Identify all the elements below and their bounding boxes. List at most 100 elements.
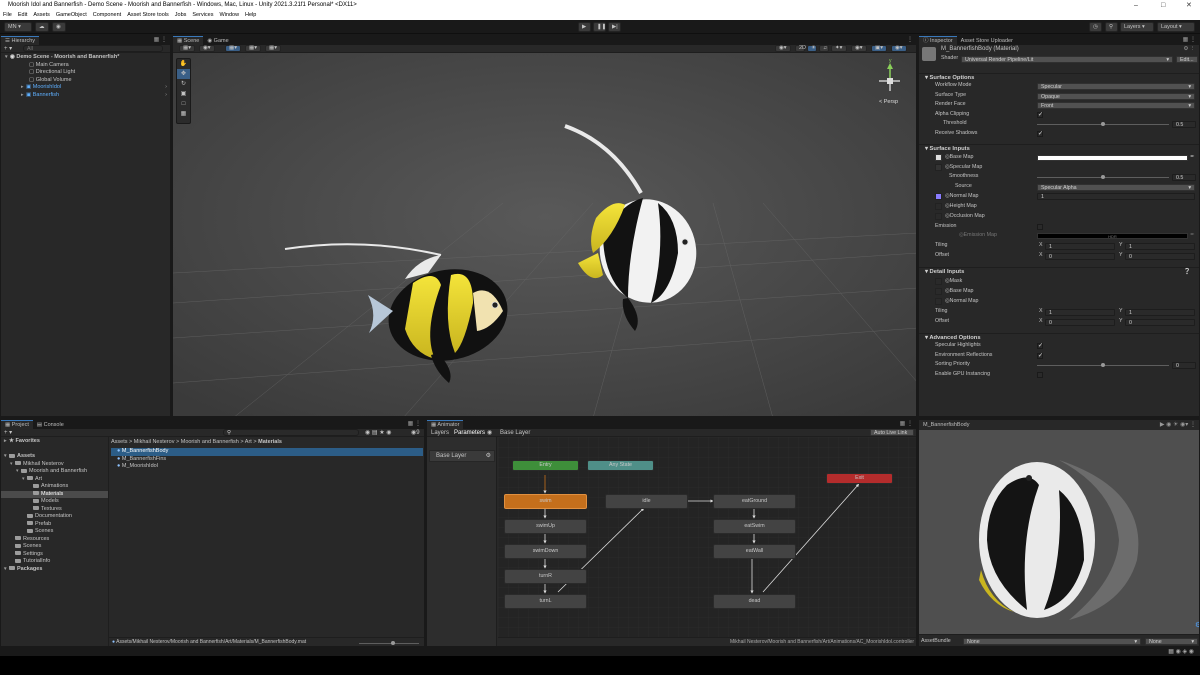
2d-toggle[interactable]: 2D <box>795 45 806 52</box>
threshold-slider[interactable] <box>1037 122 1169 126</box>
persp-label[interactable]: < Persp <box>879 99 898 105</box>
threshold-value[interactable]: 0.5 <box>1172 121 1196 128</box>
project-search-input[interactable]: ⚲ <box>223 429 359 436</box>
gpu-instancing-checkbox[interactable] <box>1037 371 1043 378</box>
grid-icon[interactable]: ▦▾ <box>245 45 261 52</box>
receive-shadows-checkbox[interactable]: ✓ <box>1037 130 1043 137</box>
normal-scale-value[interactable]: 1 <box>1037 193 1195 200</box>
layer-item-base[interactable]: Base Layer ⚙ <box>429 450 495 462</box>
menu-asset-store-tools[interactable]: Asset Store tools <box>124 12 172 18</box>
smoothness-slider-knob[interactable] <box>1101 175 1105 179</box>
chevron-right-icon[interactable]: › <box>165 92 167 100</box>
menu-services[interactable]: Services <box>189 12 216 18</box>
tiling-x-field[interactable]: 1 <box>1045 243 1115 250</box>
menu-edit[interactable]: Edit <box>15 12 30 18</box>
tab-inspector[interactable]: ⓘ Inspector <box>919 36 957 45</box>
state-entry[interactable]: Entry <box>512 460 579 471</box>
state-swimup[interactable]: swimUp <box>504 519 587 534</box>
base-map-texture-slot[interactable] <box>935 154 942 161</box>
tab-scene[interactable]: ▦ Scene <box>173 36 204 45</box>
state-eatwall[interactable]: eatWall <box>713 544 796 559</box>
state-turnl[interactable]: turnL <box>504 594 587 609</box>
sorting-priority-slider[interactable] <box>1037 363 1169 367</box>
panel-menu-icon[interactable]: ▦ ⋮ <box>1183 36 1196 45</box>
folder-row[interactable]: ▾ Art <box>1 476 108 484</box>
hierarchy-item-global-volume[interactable]: ▢ Global Volume <box>1 77 170 85</box>
lighting-icon[interactable]: ☀ <box>807 45 817 52</box>
eyedropper-icon[interactable]: ✒ <box>1190 232 1194 239</box>
render-mode-icon[interactable]: ◉▾ <box>775 45 791 52</box>
panel-menu-icon[interactable]: ▦ ⋮ <box>900 420 913 429</box>
audio-icon[interactable]: ♫ <box>819 45 829 52</box>
panel-menu-icon[interactable]: ▦ ⋮ <box>408 420 421 429</box>
render-face-dropdown[interactable]: Front ▾ <box>1037 102 1195 109</box>
state-turnr[interactable]: turnR <box>504 569 587 584</box>
rotate-tool-icon[interactable]: ↻ <box>177 79 190 89</box>
hidden-objects-icon[interactable]: ◉▾ <box>851 45 867 52</box>
detail-offset-y-field[interactable]: 0 <box>1125 318 1195 326</box>
env-reflections-checkbox[interactable]: ✓ <box>1037 352 1043 359</box>
scene-row[interactable]: ▾ ◉ Demo Scene - Moorish and Bannerfish* <box>1 54 170 62</box>
layers-subtab[interactable]: Layers <box>431 429 449 437</box>
auto-live-link-button[interactable]: Auto Live Link <box>870 429 914 436</box>
material-preview-render[interactable]: ⚙ <box>919 430 1200 630</box>
hidden-count[interactable]: ◉9 <box>411 429 420 436</box>
state-any[interactable]: Any State <box>587 460 654 471</box>
panel-menu-icon[interactable]: ▦ ⋮ <box>154 36 167 45</box>
tab-hierarchy[interactable]: ☰ Hierarchy <box>1 36 40 45</box>
parameters-subtab[interactable]: Parameters <box>454 429 485 437</box>
folder-row[interactable]: Materials <box>1 490 108 498</box>
detail-base-map-slot[interactable] <box>935 288 942 295</box>
gear-icon[interactable]: ⚙ <box>486 451 491 461</box>
breadcrumb-item[interactable]: Mikhail Nesterov <box>134 439 175 445</box>
eyedropper-icon[interactable]: ✒ <box>1190 154 1194 161</box>
state-exit[interactable]: Exit <box>826 473 893 484</box>
grid-snap-icon[interactable]: ▦▾ <box>225 45 241 52</box>
file-row-moorish-idol[interactable]: ● M_MoorishIdol <box>111 463 423 471</box>
preview-settings-icon[interactable]: ⚙ <box>1195 621 1200 629</box>
folder-row[interactable]: Settings <box>1 551 108 559</box>
preview-controls[interactable]: ▶ ◉ ☀ ◉▾ ⋮ <box>1160 420 1196 430</box>
layout-dropdown[interactable]: Layout ▾ <box>1157 22 1195 32</box>
base-map-color-swatch[interactable] <box>1037 155 1188 161</box>
sorting-priority-value[interactable]: 0 <box>1172 362 1196 369</box>
smoothness-value[interactable]: 0.5 <box>1172 174 1196 181</box>
step-button[interactable]: ▶| <box>608 22 621 32</box>
smoothness-slider[interactable] <box>1037 175 1169 179</box>
status-icons[interactable]: ▦ ◉ ◈ ◉ <box>1168 648 1194 656</box>
draw-mode-icon[interactable]: ▦▾ <box>179 45 195 52</box>
state-eatswim[interactable]: eatSwim <box>713 519 796 534</box>
folder-row[interactable]: Scenes <box>1 528 108 536</box>
hierarchy-search-input[interactable]: All <box>23 45 163 52</box>
specular-highlights-checkbox[interactable]: ✓ <box>1037 343 1043 349</box>
offset-x-field[interactable]: 0 <box>1045 252 1115 260</box>
menu-window[interactable]: Window <box>216 12 242 18</box>
breadcrumb-item[interactable]: Moorish and Bannerfish <box>181 439 239 445</box>
chevron-right-icon[interactable]: › <box>165 84 167 92</box>
material-menu-icon[interactable]: ⚙ ⋮ <box>1183 46 1195 53</box>
source-dropdown[interactable]: Specular Alpha ▾ <box>1037 183 1195 191</box>
folder-row[interactable]: Models <box>1 498 108 506</box>
folder-row[interactable]: Scenes <box>1 543 108 551</box>
camera-settings-icon[interactable]: ▣▾ <box>871 45 887 52</box>
icon-size-knob[interactable] <box>391 641 395 645</box>
play-button[interactable]: ▶ <box>578 22 591 32</box>
tab-animator[interactable]: ▦ Animator <box>427 420 464 429</box>
state-dead[interactable]: dead <box>713 594 796 609</box>
folder-row[interactable]: ▾ Moorish and Bannerfish <box>1 468 108 476</box>
animator-breadcrumb[interactable]: Base Layer <box>500 429 530 437</box>
offset-y-field[interactable]: 0 <box>1125 252 1195 260</box>
cloud-icon[interactable]: ☁ <box>35 22 49 32</box>
occlusion-map-texture-slot[interactable] <box>935 213 942 220</box>
normal-map-texture-slot[interactable] <box>935 193 942 200</box>
foldout-arrow-icon[interactable]: ▾ <box>925 269 928 275</box>
foldout-arrow-icon[interactable]: ▾ <box>925 146 928 152</box>
search-icon[interactable]: ⚲ <box>1105 22 1118 32</box>
pause-button[interactable]: ❚❚ <box>593 22 606 32</box>
state-swimdown[interactable]: swimDown <box>504 544 587 559</box>
workflow-mode-dropdown[interactable]: Specular ▾ <box>1037 83 1195 90</box>
collab-icon[interactable]: ◉ <box>52 22 66 32</box>
state-swim[interactable]: swim <box>504 494 587 509</box>
foldout-arrow-icon[interactable]: ▾ <box>925 75 928 81</box>
emission-color-swatch[interactable]: HDR <box>1037 233 1188 239</box>
